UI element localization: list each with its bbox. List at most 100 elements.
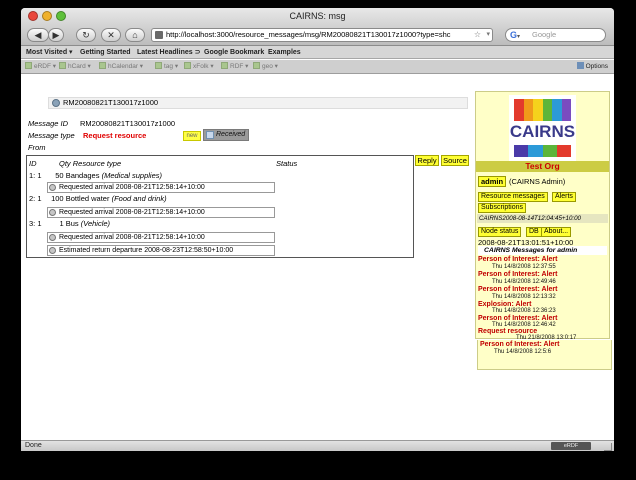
status-text: Done [25,442,42,449]
search-placeholder: Google [532,30,557,39]
sidebar: CAIRNS Test Org admin (CAIRNS Admin) Res… [475,91,610,341]
messages-header: CAIRNS Messages for admin [478,246,607,255]
site-favicon-icon [155,31,163,39]
message-item-title[interactable]: Person of Interest: Alert [478,271,557,278]
table-row: 1: 1 50 Bandages (Medical supplies) [29,171,162,180]
bookmark-google-bookmark[interactable]: Google Bookmark [204,46,264,59]
extension-toolbar: eRDF ▾ hCard ▾ hCalendar ▾ tag ▾ xFolk ▾… [21,60,614,74]
row-id: 1: 1 [29,171,42,180]
url-dropdown-icon[interactable]: ▾ [486,29,490,41]
stop-button[interactable]: ✕ [101,28,121,42]
search-input[interactable]: G▾ Google [505,28,606,42]
row-qty: 50 [55,171,64,180]
bookmark-most-visited[interactable]: Most Visited ▾ [26,46,73,59]
row-qty: 1 [59,219,64,228]
clock-icon [49,247,56,254]
alerts-button[interactable]: Alerts [552,192,576,202]
page-content: RM20080821T130017z1000 Message ID RM2008… [21,75,614,440]
row-resource-name: Bandages [65,171,100,180]
row-id: 2: 1 [29,194,42,203]
logo-stripes [514,99,571,121]
home-button[interactable]: ⌂ [125,28,145,42]
back-button[interactable]: ◀ [27,28,49,42]
user-badge[interactable]: admin [478,176,507,187]
resize-grip-icon[interactable] [604,443,612,451]
geo-icon [253,62,260,69]
status-bar: Done eRDF [21,440,614,451]
hcalendar-icon [99,62,106,69]
erdf-status-icon[interactable]: eRDF [551,442,591,450]
bookmarks-bar: Most Visited ▾ Getting Started Latest He… [21,46,614,59]
ext-xfolk[interactable]: xFolk ▾ [184,60,214,74]
ext-erdf[interactable]: eRDF ▾ [25,60,56,74]
cairns-logo: CAIRNS [509,95,576,161]
ext-hcard[interactable]: hCard ▾ [59,60,91,74]
table-row: 3: 1 1 Bus (Vehicle) [29,219,110,228]
row-resource-category: (Food and drink) [111,194,167,203]
message-item-title[interactable]: Person of Interest: Alert [478,315,557,322]
message-header-id: RM20080821T130017z1000 [63,98,159,107]
message-type-label: Message type [28,131,75,140]
message-item-title[interactable]: Person of Interest: Alert [478,256,557,263]
ext-hcalendar[interactable]: hCalendar ▾ [99,60,143,74]
message-item-date: Thu 14/8/2008 12:5:6 [494,349,552,355]
message-item-title[interactable]: Request resource [478,328,537,335]
message-item-title[interactable]: Explosion: Alert [478,301,531,308]
reply-button[interactable]: Reply [415,155,439,166]
db-button[interactable]: DB [526,227,542,237]
browser-window: CAIRNS: msg ◀ ▶ ↻ ✕ ⌂ http://localhost:3… [21,8,614,451]
row-detail-box: Requested arrival 2008-08-21T12:58:14+10… [47,207,275,218]
message-item-title[interactable]: Person of Interest: Alert [478,286,557,293]
new-tag-badge: new [183,131,201,141]
col-header-id: ID [29,159,37,168]
row-qty: 100 [51,194,64,203]
bookmark-examples[interactable]: Examples [268,46,301,59]
col-header-status: Status [276,159,298,168]
message-header-bar: RM20080821T130017z1000 [48,97,468,109]
reload-button[interactable]: ↻ [76,28,96,42]
ext-tag[interactable]: tag ▾ [155,60,178,74]
title-bar: CAIRNS: msg ◀ ▶ ↻ ✕ ⌂ http://localhost:3… [21,8,614,46]
options-icon [576,62,584,69]
row-detail-box: Estimated return departure 2008-08-23T12… [47,245,275,256]
clock-icon [49,234,56,241]
document-icon [206,131,214,139]
erdf-icon [25,62,32,69]
bookmark-latest-headlines[interactable]: Latest Headlines ⊃ [137,46,200,59]
row-detail-box: Requested arrival 2008-08-21T12:58:14+10… [47,232,275,243]
clock-icon [49,209,56,216]
subscriptions-button[interactable]: Subscriptions [478,203,527,213]
options-button[interactable]: Options [576,60,608,74]
message-item-date: Thu 14/8/2008 12:49:46 [492,279,556,285]
row-resource-name: Bottled water [65,194,110,203]
message-item-title[interactable]: Person of Interest: Alert [480,341,559,348]
sidebar-overflow: Person of Interest: Alert Thu 14/8/2008 … [477,340,612,370]
forward-button[interactable]: ▶ [48,28,64,42]
message-type-value: Request resource [83,131,147,140]
resource-messages-button[interactable]: Resource messages [478,192,548,202]
about-button[interactable]: About... [541,227,572,237]
org-name: Test Org [476,161,609,172]
message-item-date: Thu 14/8/2008 12:37:55 [492,264,556,270]
bookmark-star-icon[interactable]: ☆ [474,29,481,41]
row-resource-name: Bus [65,219,79,228]
node-status-button[interactable]: Node status [478,227,522,237]
message-item-date: Thu 14/8/2008 12:13:32 [492,294,556,300]
bookmark-getting-started[interactable]: Getting Started [80,46,131,59]
ext-rdf[interactable]: RDF ▾ [221,60,248,74]
rdf-icon [221,62,228,69]
table-row: 2: 1 100 Bottled water (Food and drink) [29,194,167,203]
ext-geo[interactable]: geo ▾ [253,60,278,74]
row-id: 3: 1 [29,219,42,228]
message-icon [52,99,60,107]
hcard-icon [59,62,66,69]
source-button[interactable]: Source [441,155,469,166]
address-bar[interactable]: http://localhost:3000/resource_messages/… [151,28,493,42]
received-button[interactable]: Received [203,129,249,141]
google-icon[interactable]: G▾ [510,30,520,42]
logo-base-stripes [514,145,571,157]
resource-items-table: ID Qty Resource type Status 1: 1 50 Band… [26,155,414,258]
recent-message-link[interactable]: CAIRNS2008-08-14T12:04:45+10:00 [477,214,608,223]
col-header-qty-type: Qty Resource type [59,159,122,168]
user-full-name: (CAIRNS Admin) [509,177,566,186]
